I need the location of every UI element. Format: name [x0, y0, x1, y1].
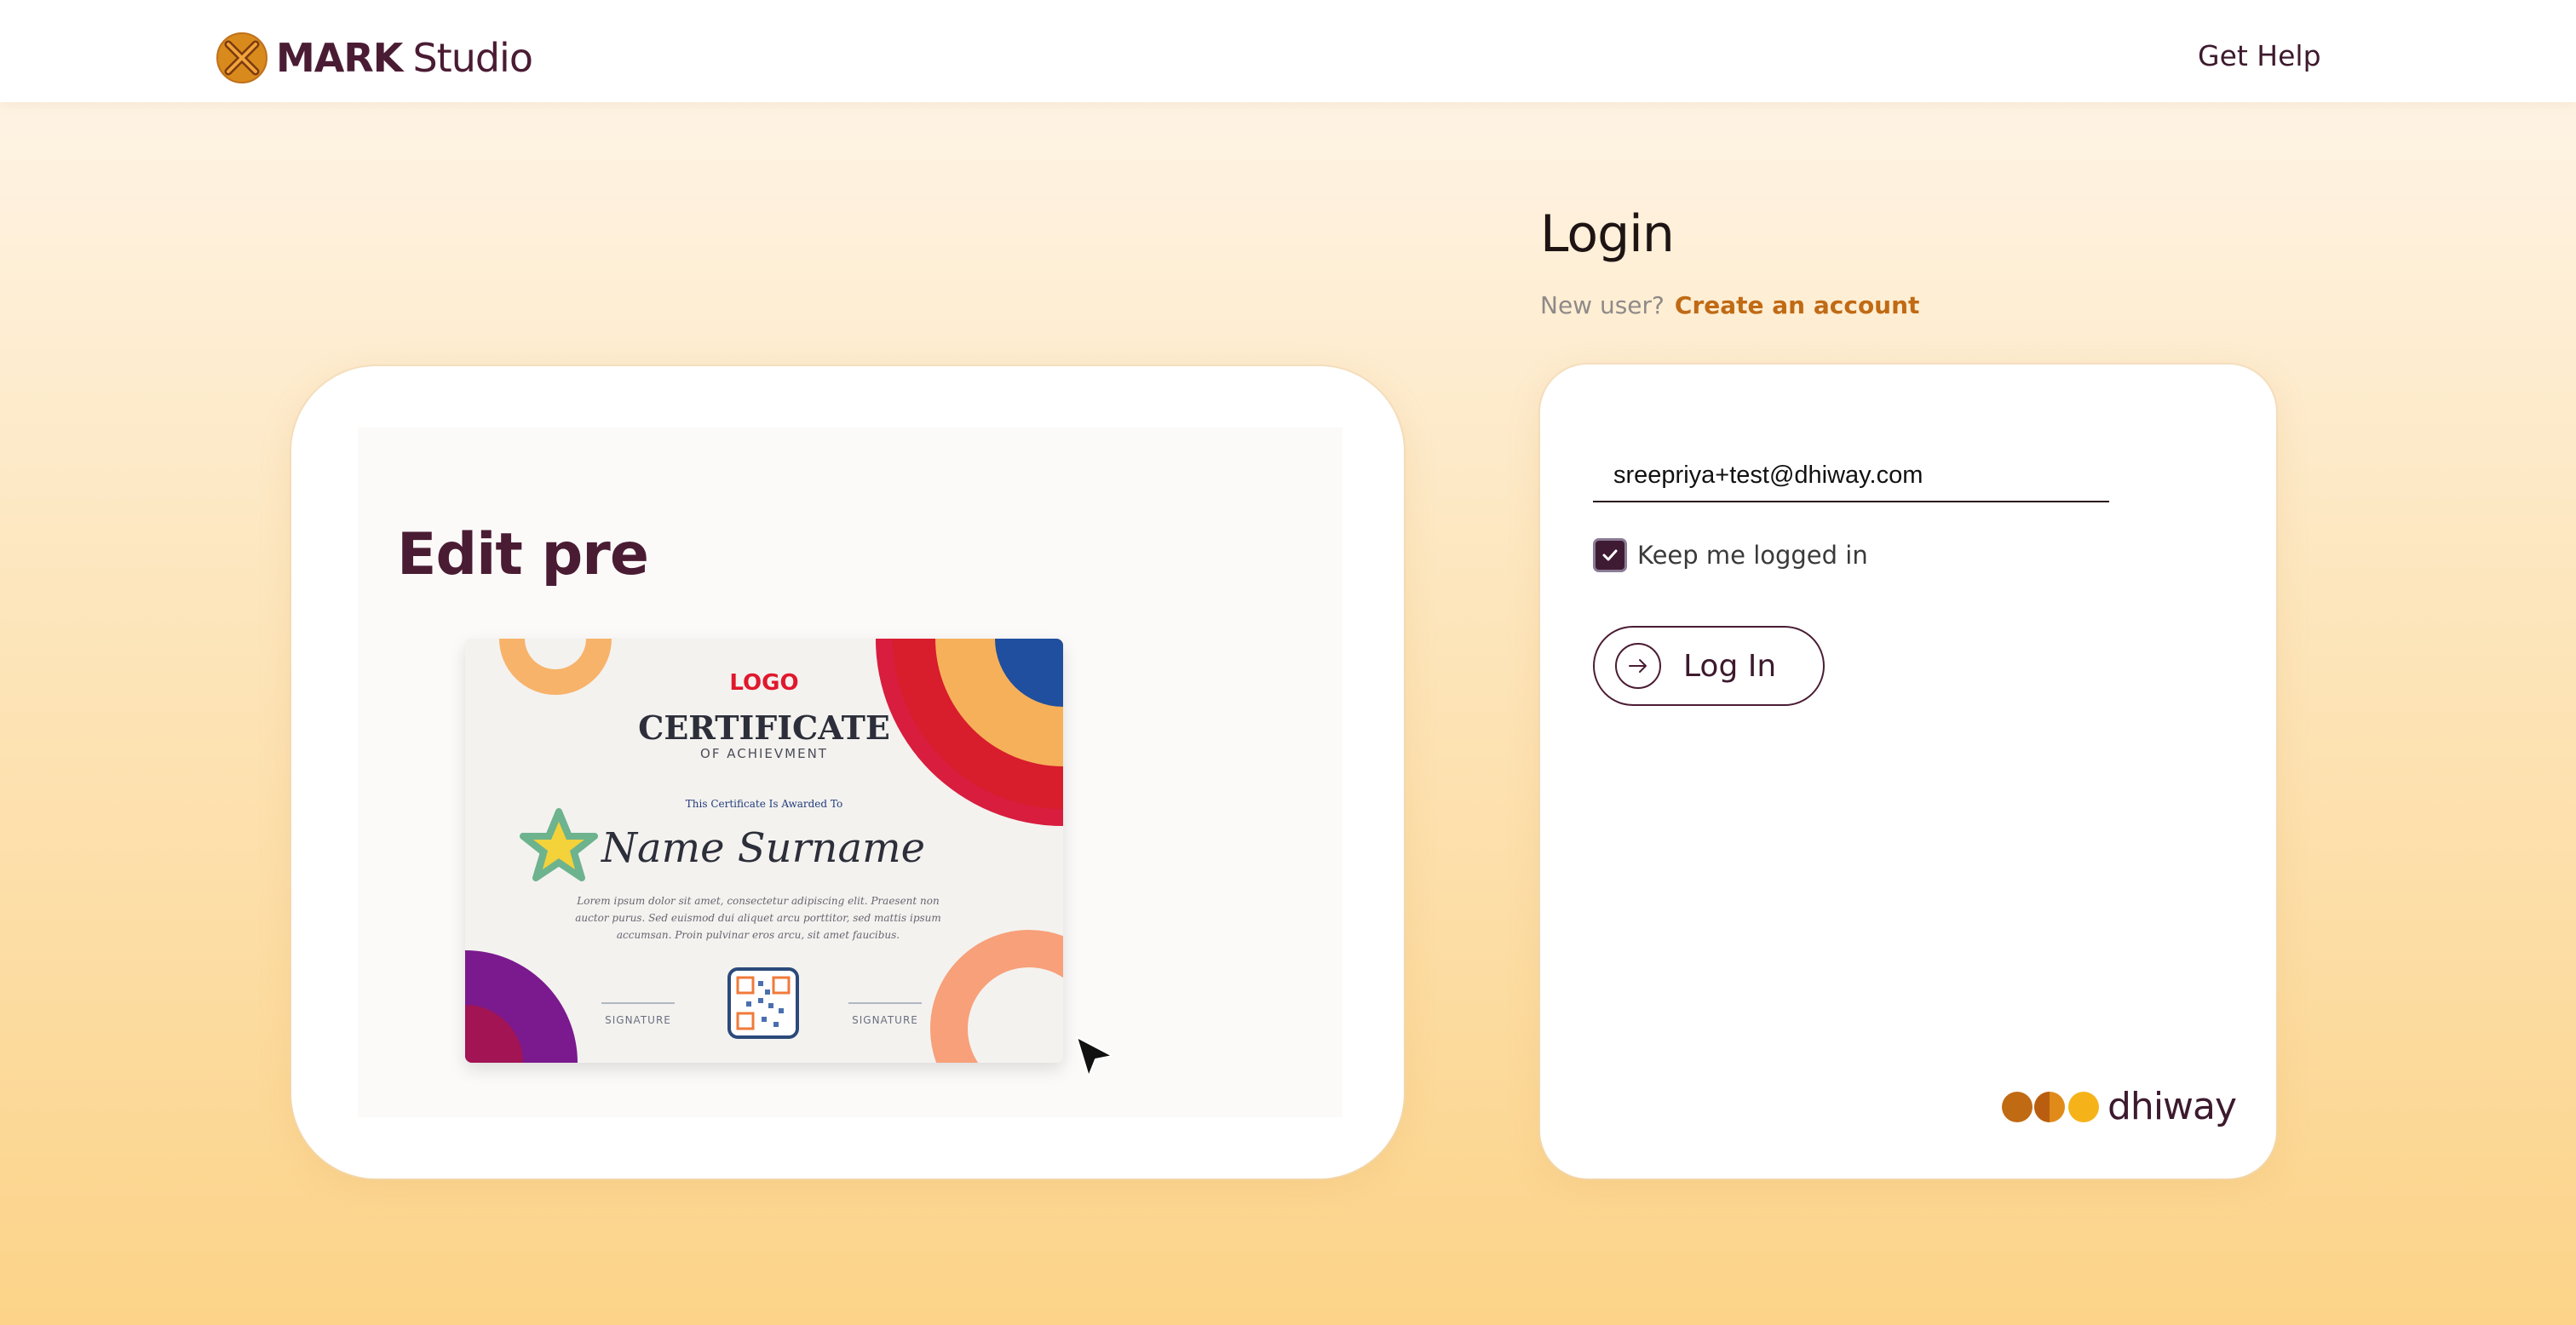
mark-logo-icon: [216, 32, 267, 83]
create-account-link[interactable]: Create an account: [1675, 291, 1920, 319]
cert-logo-icon: LOGO: [729, 670, 798, 696]
checkbox-box[interactable]: [1593, 538, 1627, 572]
cert-signature-left: SIGNATURE: [605, 1014, 671, 1026]
keep-logged-in-label: Keep me logged in: [1637, 541, 1868, 570]
dhiway-wordmark: dhiway: [2107, 1085, 2237, 1128]
cert-body-line-1: Lorem ipsum dolor sit amet, consectetur …: [576, 895, 939, 907]
cert-body-line-3: accumsan. Proin pulvinar eros arcu, sit …: [617, 929, 900, 941]
top-header: MARK Studio Get Help: [0, 0, 2576, 102]
qr-code-icon: [727, 967, 799, 1039]
cert-subtitle: OF ACHIEVMENT: [700, 746, 828, 761]
new-user-label: New user?: [1540, 291, 1665, 319]
preview-card: Edit pre LOGO CERTIFICATE OF ACHIEVMENT …: [291, 366, 1404, 1179]
login-title: Login: [1540, 204, 1675, 264]
login-button-label: Log In: [1683, 648, 1777, 684]
checkmark-icon: [1602, 549, 1618, 561]
get-help-link[interactable]: Get Help: [2198, 39, 2321, 72]
certificate-preview: LOGO CERTIFICATE OF ACHIEVMENT This Cert…: [465, 639, 1063, 1063]
dhiway-logo: dhiway: [2002, 1085, 2237, 1128]
preview-canvas: Edit pre LOGO CERTIFICATE OF ACHIEVMENT …: [358, 427, 1343, 1117]
dhiway-dots-icon: [2002, 1091, 2099, 1122]
certificate-artwork: LOGO CERTIFICATE OF ACHIEVMENT This Cert…: [465, 639, 1063, 1063]
cert-signature-right: SIGNATURE: [852, 1014, 918, 1026]
login-card: Keep me logged in Log In dhiway: [1540, 364, 2276, 1179]
cert-body-line-2: auctor purus. Sed euismod dui aliquet ar…: [575, 912, 941, 924]
cert-recipient-name: Name Surname: [601, 824, 925, 872]
brand-studio-text: Studio: [412, 35, 533, 81]
cert-title: CERTIFICATE: [638, 708, 890, 747]
mouse-cursor-icon: [1076, 1036, 1113, 1077]
brand-logo-link[interactable]: MARK Studio: [216, 32, 533, 83]
preview-heading: Edit pre: [397, 521, 649, 588]
svg-text:LOGO: LOGO: [729, 670, 798, 696]
email-field[interactable]: [1593, 450, 2109, 502]
login-button[interactable]: Log In: [1593, 626, 1825, 706]
new-user-row: New user? Create an account: [1540, 291, 1919, 319]
brand-mark-text: MARK: [276, 35, 403, 81]
arrow-right-icon: [1615, 643, 1661, 689]
keep-logged-in-checkbox[interactable]: Keep me logged in: [1593, 538, 1868, 572]
cert-awarded-to: This Certificate Is Awarded To: [686, 798, 842, 810]
